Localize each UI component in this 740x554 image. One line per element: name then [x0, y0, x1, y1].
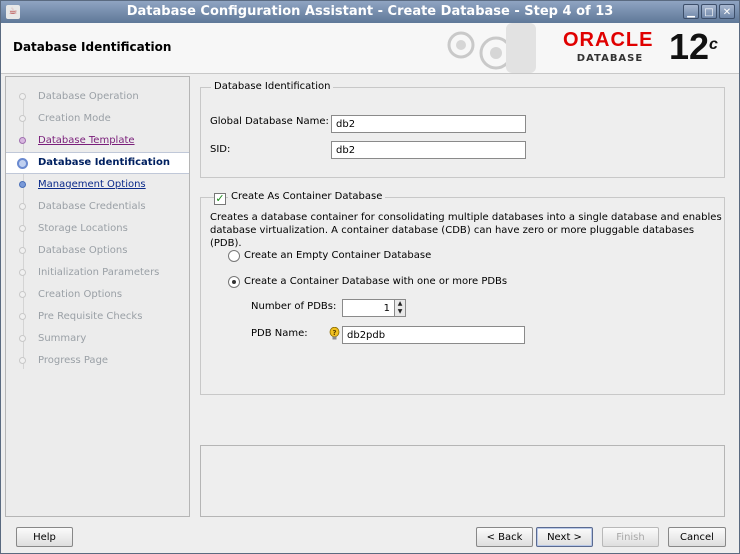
step-label: Progress Page: [38, 355, 109, 366]
container-checkbox-label[interactable]: Create As Container Database: [228, 191, 386, 202]
steps-sidebar: Database Operation Creation Mode Databas…: [5, 76, 190, 517]
pdb-name-label: PDB Name:: [251, 328, 308, 339]
step-database-options: Database Options: [6, 240, 189, 262]
step-database-credentials: Database Credentials: [6, 196, 189, 218]
svg-text:?: ?: [332, 329, 336, 337]
page-title: Database Identification: [13, 40, 172, 54]
step-label: Pre Requisite Checks: [38, 311, 143, 322]
container-description: Creates a database container for consoli…: [210, 211, 724, 250]
maximize-icon[interactable]: □: [701, 4, 717, 19]
step-progress-page: Progress Page: [6, 350, 189, 372]
current-step-icon: [17, 158, 28, 169]
pdbs-container-label[interactable]: Create a Container Database with one or …: [244, 276, 507, 287]
step-dot-icon: [19, 269, 26, 276]
step-label[interactable]: Database Template: [38, 135, 135, 146]
step-summary: Summary: [6, 328, 189, 350]
step-dot-icon: [19, 357, 26, 364]
step-dot-icon: [19, 137, 26, 144]
step-label: Initialization Parameters: [38, 267, 160, 278]
gears-icon: [447, 23, 536, 73]
step-storage-locations: Storage Locations: [6, 218, 189, 240]
step-label: Database Options: [38, 245, 128, 256]
step-database-template[interactable]: Database Template: [6, 130, 189, 152]
version-number: 12: [669, 26, 710, 67]
oracle-wordmark: ORACLE: [563, 29, 654, 51]
minimize-icon[interactable]: ▁: [683, 4, 699, 19]
step-label: Database Identification: [38, 157, 170, 168]
cancel-button[interactable]: Cancel: [668, 527, 726, 547]
step-label: Database Operation: [38, 91, 139, 102]
step-initialization-parameters: Initialization Parameters: [6, 262, 189, 284]
num-pdbs-input[interactable]: [342, 299, 395, 317]
pdb-name-input[interactable]: [342, 326, 525, 344]
step-dot-icon: [19, 225, 26, 232]
step-creation-mode: Creation Mode: [6, 108, 189, 130]
step-label: Summary: [38, 333, 87, 344]
empty-container-label[interactable]: Create an Empty Container Database: [244, 250, 431, 261]
container-checkbox[interactable]: ✓: [214, 193, 226, 205]
empty-container-radio[interactable]: [228, 250, 240, 262]
step-label: Creation Mode: [38, 113, 111, 124]
step-dot-icon: [19, 247, 26, 254]
num-pdbs-label: Number of PDBs:: [251, 301, 337, 312]
window-title: Database Configuration Assistant - Creat…: [126, 4, 614, 19]
container-group: ✓ Create As Container Database Creates a…: [200, 191, 725, 395]
step-label: Creation Options: [38, 289, 123, 300]
oracle-logo: ORACLE DATABASE: [563, 29, 657, 64]
next-button[interactable]: Next >: [536, 527, 593, 547]
version-suffix: c: [709, 36, 718, 53]
close-icon[interactable]: ✕: [719, 4, 735, 19]
step-label[interactable]: Management Options: [38, 179, 146, 190]
step-dot-icon: [19, 291, 26, 298]
hint-bulb-icon: ?: [329, 327, 340, 340]
description-line-2: database virtualization. A container dat…: [210, 225, 695, 249]
identification-legend: Database Identification: [211, 81, 334, 92]
step-dot-icon: [19, 93, 26, 100]
finish-button: Finish: [602, 527, 659, 547]
dbca-window: ☕ Database Configuration Assistant - Cre…: [0, 0, 740, 554]
step-dot-icon: [19, 115, 26, 122]
back-button[interactable]: < Back: [476, 527, 533, 547]
step-database-identification[interactable]: Database Identification: [6, 152, 189, 174]
step-dot-icon: [19, 313, 26, 320]
global-name-label: Global Database Name:: [210, 116, 329, 127]
step-label: Storage Locations: [38, 223, 128, 234]
spin-up-icon[interactable]: ▲: [395, 300, 405, 308]
oracle-product: DATABASE: [576, 53, 644, 64]
help-button[interactable]: Help: [16, 527, 73, 547]
version-logo: 12c: [669, 27, 718, 67]
step-management-options[interactable]: Management Options: [6, 174, 189, 196]
global-name-input[interactable]: [331, 115, 526, 133]
step-dot-icon: [19, 203, 26, 210]
step-creation-options: Creation Options: [6, 284, 189, 306]
step-prerequisite-checks: Pre Requisite Checks: [6, 306, 189, 328]
pdbs-container-radio[interactable]: [228, 276, 240, 288]
message-area: [200, 445, 725, 517]
step-label: Database Credentials: [38, 201, 146, 212]
header-banner: Database Identification ORACLE DATABASE …: [1, 23, 739, 74]
num-pdbs-stepper[interactable]: ▲ ▼: [394, 299, 406, 317]
step-dot-icon: [19, 335, 26, 342]
sid-input[interactable]: [331, 141, 526, 159]
step-database-operation: Database Operation: [6, 86, 189, 108]
title-bar: ☕ Database Configuration Assistant - Cre…: [1, 1, 739, 23]
identification-group: Database Identification Global Database …: [200, 81, 725, 178]
description-line-1: Creates a database container for consoli…: [210, 212, 722, 223]
step-dot-icon: [19, 181, 26, 188]
spin-down-icon[interactable]: ▼: [395, 308, 405, 316]
sid-label: SID:: [210, 144, 231, 155]
